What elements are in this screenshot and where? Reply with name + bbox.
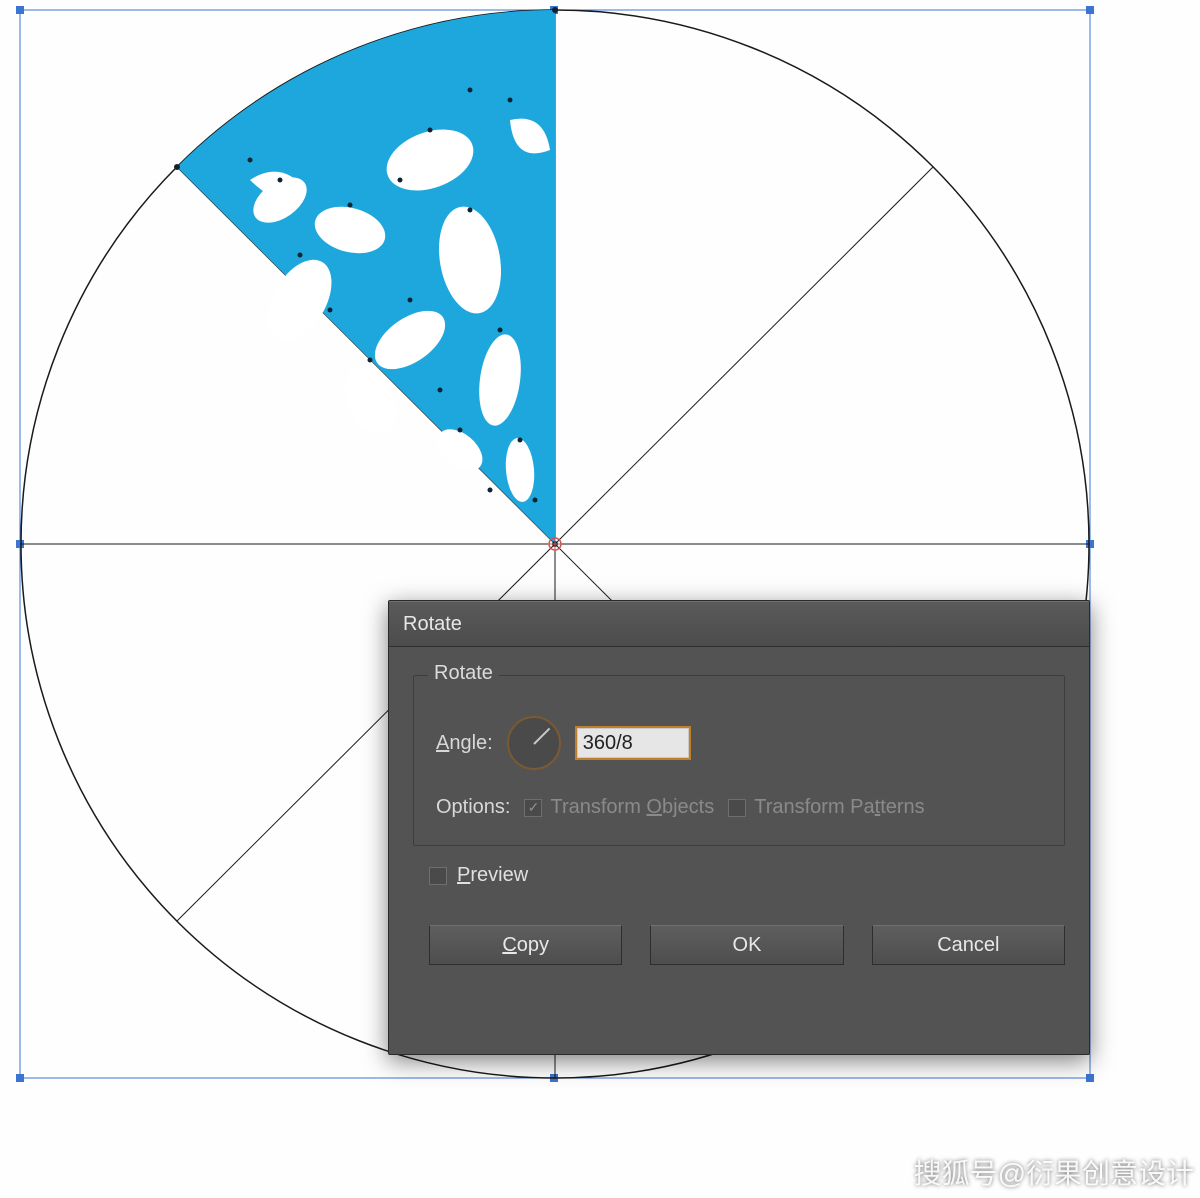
dialog-title: Rotate: [403, 613, 462, 636]
rotate-dialog: Rotate Rotate Angle: Options: ✓ Transfor…: [388, 600, 1090, 1055]
preview-label: Preview: [457, 864, 528, 887]
rotate-panel: Rotate Angle: Options: ✓ Transform Objec…: [413, 675, 1065, 846]
angle-dial[interactable]: [507, 716, 561, 770]
angle-label: Angle:: [436, 732, 493, 755]
angle-input[interactable]: [575, 726, 691, 760]
watermark-text: 搜狐号@衍果创意设计: [914, 1152, 1194, 1192]
transform-patterns-checkbox: Transform Patterns: [728, 796, 924, 819]
transform-objects-checkbox: ✓ Transform Objects: [524, 796, 714, 819]
cancel-button[interactable]: Cancel: [872, 925, 1065, 965]
panel-legend: Rotate: [428, 662, 499, 685]
preview-checkbox[interactable]: [429, 867, 447, 885]
ok-button[interactable]: OK: [650, 925, 843, 965]
dialog-titlebar[interactable]: Rotate: [389, 601, 1089, 647]
options-label: Options:: [436, 796, 510, 819]
checkbox-icon: ✓: [524, 799, 542, 817]
copy-button[interactable]: Copy: [429, 925, 622, 965]
selected-artwork[interactable]: [174, 7, 558, 547]
checkbox-icon: [728, 799, 746, 817]
